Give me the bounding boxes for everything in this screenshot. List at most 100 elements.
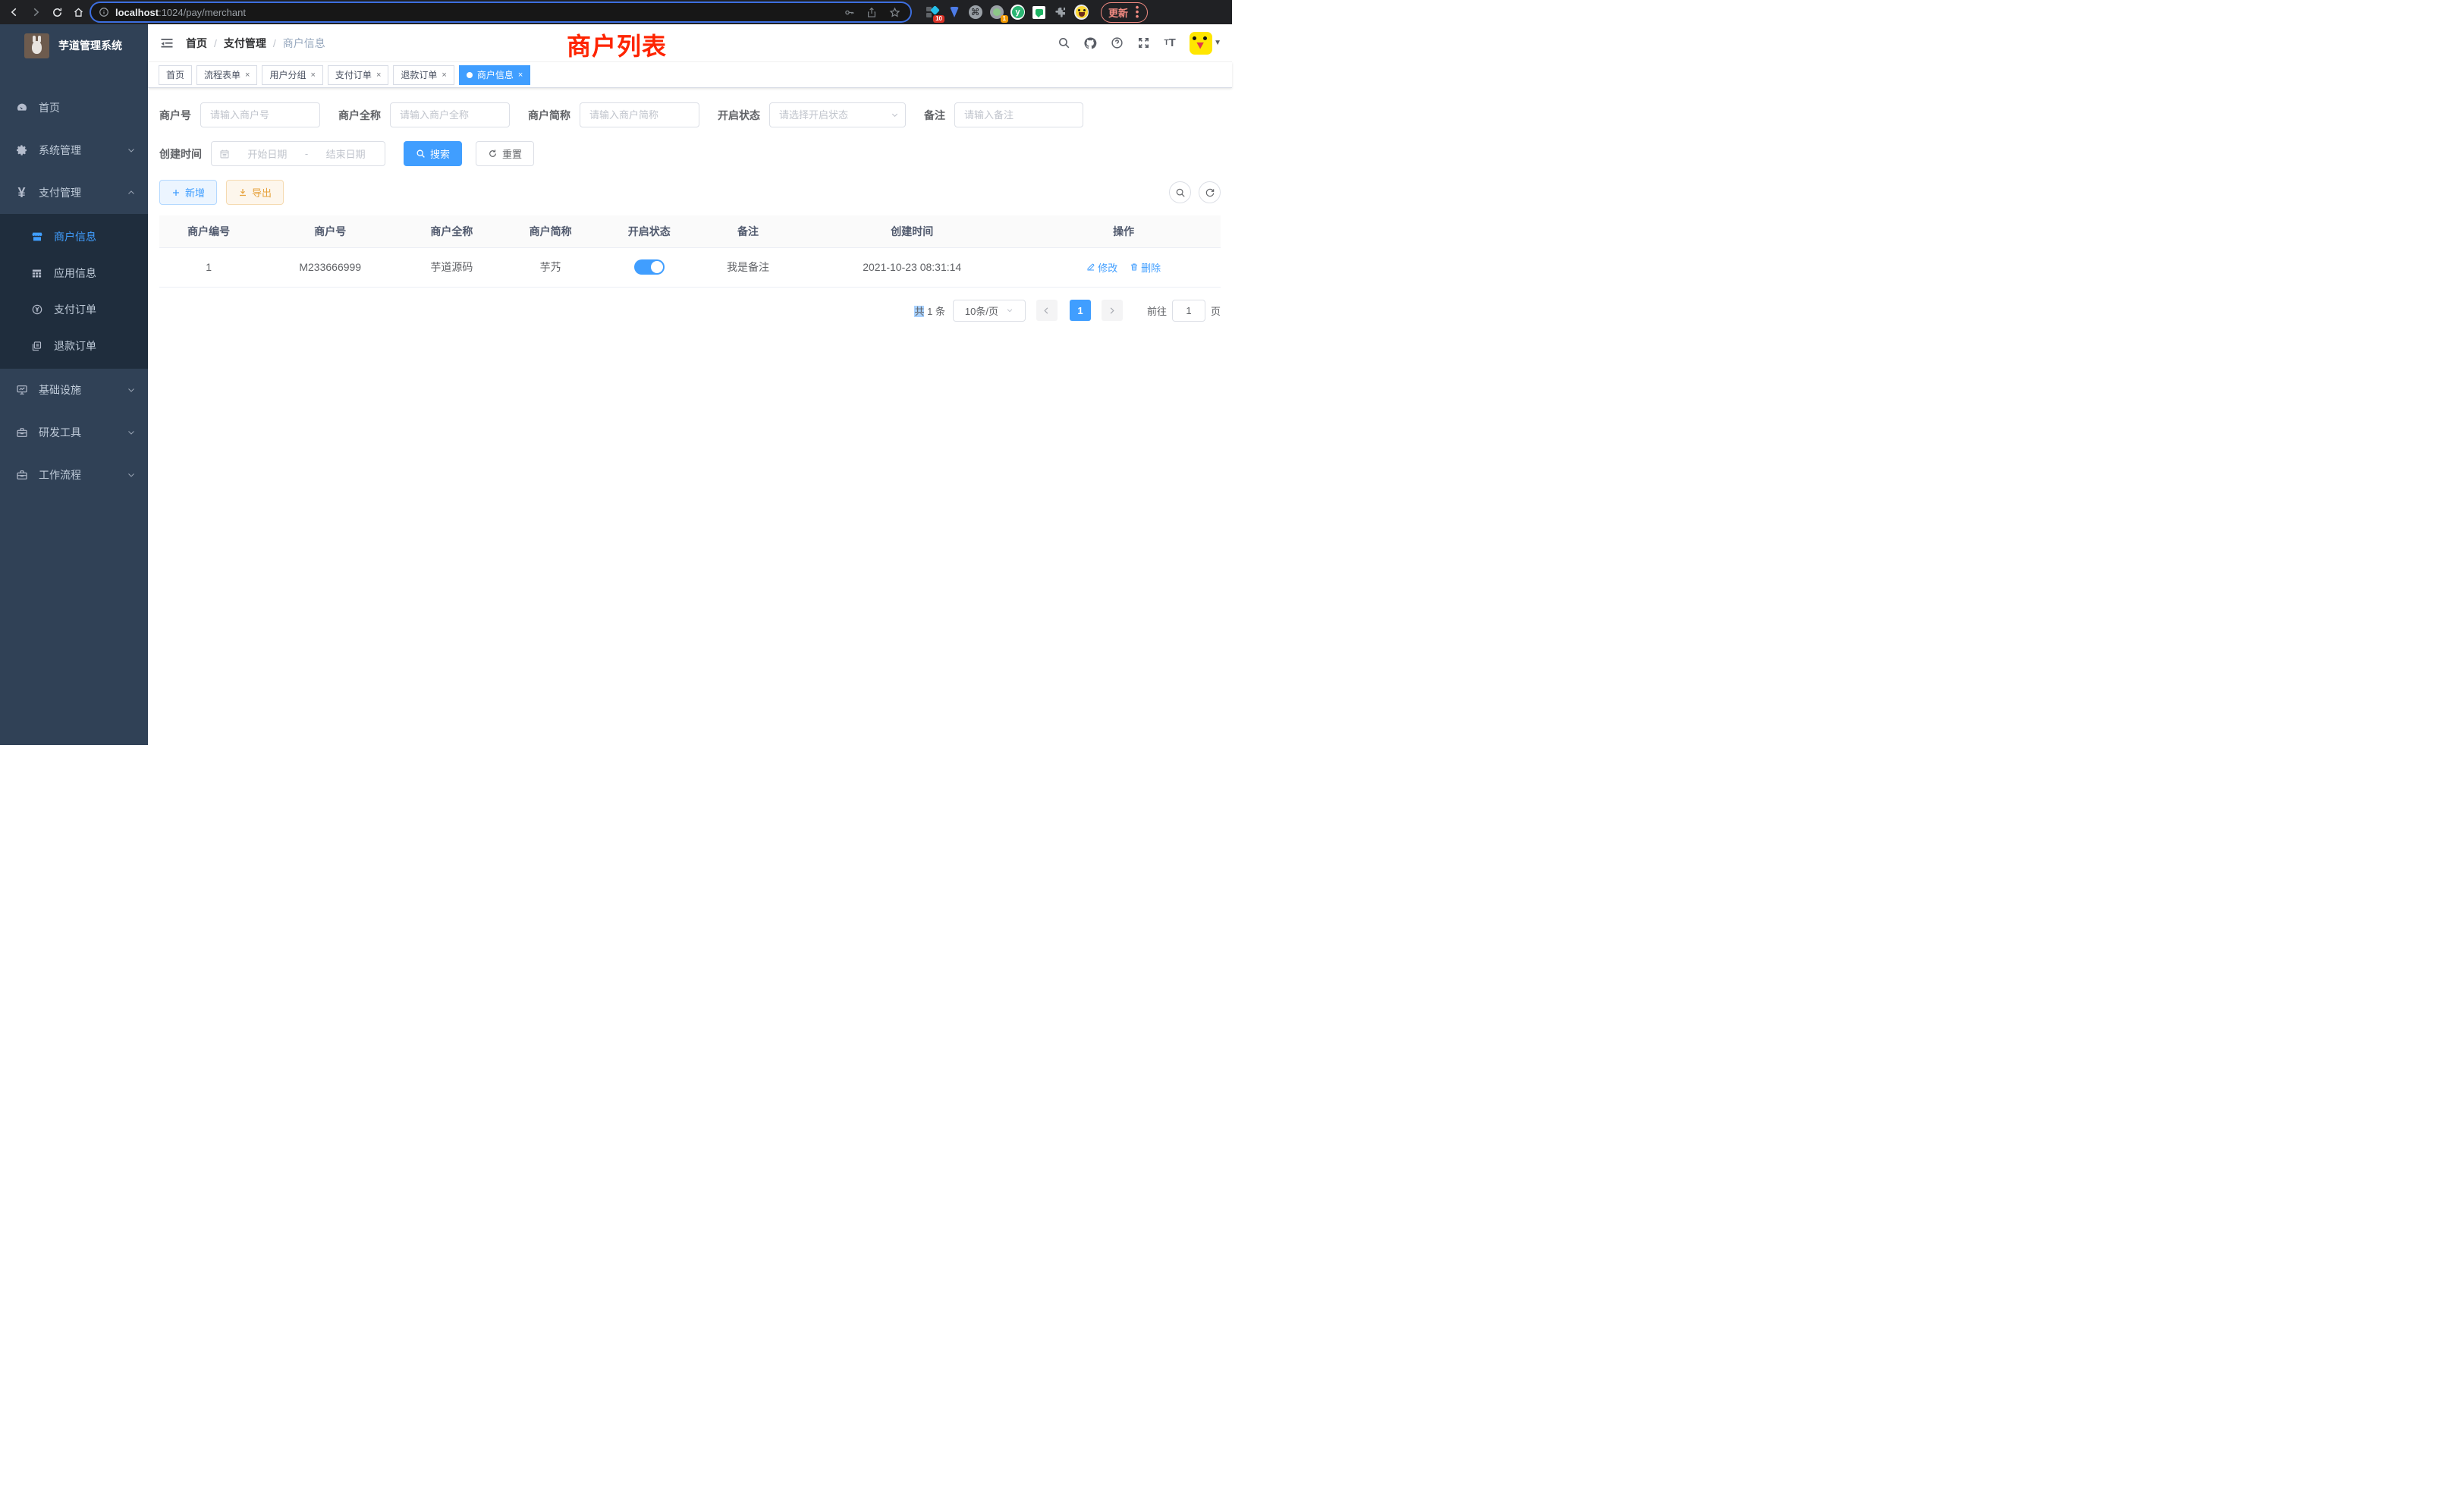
password-key-icon[interactable] — [841, 4, 857, 20]
tab-pay-order[interactable]: 支付订单 × — [328, 65, 388, 85]
cell-short-name: 芋艿 — [501, 247, 599, 287]
close-icon[interactable]: × — [376, 71, 381, 80]
bookmark-star-icon[interactable] — [886, 4, 903, 20]
field-label: 备注 — [924, 108, 945, 123]
browser-home-button[interactable] — [70, 4, 86, 20]
browser-toolbar: localhost:1024/pay/merchant 10 ⌘ 1 y — [0, 0, 1232, 24]
extension-tabs-icon[interactable]: 10 — [926, 5, 940, 20]
remark-input[interactable] — [954, 102, 1083, 127]
close-icon[interactable]: × — [442, 71, 446, 80]
sidebar-item-refund-order[interactable]: 退款订单 — [0, 328, 148, 364]
share-icon[interactable] — [863, 4, 880, 20]
edit-label: 修改 — [1098, 260, 1117, 275]
field-label: 商户号 — [159, 108, 191, 123]
chevron-down-icon — [127, 428, 136, 437]
y-letter: y — [1012, 6, 1024, 18]
close-icon[interactable]: × — [310, 71, 315, 80]
close-icon[interactable]: × — [245, 71, 250, 80]
close-icon[interactable]: × — [518, 71, 523, 80]
tab-home[interactable]: 首页 — [159, 65, 192, 85]
breadcrumb-separator: / — [214, 37, 217, 49]
page-number-button[interactable]: 1 — [1070, 300, 1091, 321]
merchant-no-input[interactable] — [200, 102, 320, 127]
full-name-input[interactable] — [390, 102, 510, 127]
short-name-input[interactable] — [580, 102, 699, 127]
toggle-search-icon[interactable] — [1169, 181, 1191, 203]
sidebar-item-label: 支付管理 — [39, 185, 116, 200]
browser-menu-icon[interactable]: ••• — [1134, 5, 1140, 19]
refresh-icon[interactable] — [1199, 181, 1221, 203]
total-count: 1 — [927, 306, 932, 317]
breadcrumb-separator: / — [273, 37, 276, 49]
extension-chat-icon[interactable] — [1032, 5, 1046, 20]
sidebar-item-merchant-info[interactable]: 商户信息 — [0, 218, 148, 255]
sidebar-item-infra[interactable]: 基础设施 — [0, 369, 148, 411]
github-icon[interactable] — [1083, 36, 1097, 50]
sidebar-item-home[interactable]: 首页 — [0, 86, 148, 129]
status-select[interactable] — [769, 102, 906, 127]
status-toggle[interactable] — [634, 259, 665, 275]
sidebar-item-label: 商户信息 — [54, 229, 96, 244]
sidebar-item-system[interactable]: 系统管理 — [0, 129, 148, 171]
total-suffix: 条 — [935, 306, 945, 317]
breadcrumb-section[interactable]: 支付管理 — [224, 36, 266, 51]
reset-button[interactable]: 重置 — [476, 141, 534, 166]
search-icon[interactable] — [1057, 36, 1070, 50]
address-bar[interactable]: localhost:1024/pay/merchant — [91, 3, 910, 21]
chevron-down-icon — [127, 146, 136, 155]
extension-kite-icon[interactable] — [947, 5, 961, 20]
delete-link[interactable]: 删除 — [1130, 260, 1161, 275]
breadcrumb-current: 商户信息 — [283, 36, 325, 51]
app-title: 芋道管理系统 — [58, 38, 122, 53]
sidebar-collapse-icon[interactable] — [159, 35, 175, 52]
gear-icon — [15, 144, 28, 156]
status-select-input[interactable] — [769, 102, 906, 127]
user-avatar[interactable] — [1190, 32, 1212, 55]
next-page-button[interactable] — [1102, 300, 1123, 321]
browser-update-button[interactable]: 更新 ••• — [1101, 2, 1148, 23]
table-toolbar: 新增 导出 — [159, 180, 1221, 205]
search-button[interactable]: 搜索 — [404, 141, 462, 166]
goto-page: 前往 页 — [1147, 300, 1221, 322]
active-tab-dot — [467, 72, 473, 78]
extensions-puzzle-icon[interactable] — [1053, 5, 1067, 20]
prev-page-button[interactable] — [1036, 300, 1058, 321]
update-label: 更新 — [1108, 5, 1128, 20]
user-menu[interactable]: ▼ — [1190, 32, 1221, 55]
browser-forward-button[interactable] — [27, 4, 44, 20]
sidebar-logo[interactable]: 芋道管理系统 — [0, 24, 148, 67]
extension-command-icon[interactable]: ⌘ — [968, 5, 982, 20]
extension-y-icon[interactable]: y — [1010, 5, 1025, 20]
help-icon[interactable] — [1110, 36, 1124, 50]
goto-page-input[interactable] — [1172, 300, 1205, 322]
sidebar-item-pay-order[interactable]: 支付订单 — [0, 291, 148, 328]
export-button[interactable]: 导出 — [226, 180, 284, 205]
site-info-icon[interactable] — [99, 7, 109, 17]
date-range-picker[interactable]: 开始日期 - 结束日期 — [211, 141, 385, 166]
edit-link[interactable]: 修改 — [1086, 260, 1117, 275]
font-size-icon[interactable]: TT — [1163, 36, 1177, 50]
tab-merchant-info[interactable]: 商户信息 × — [459, 65, 530, 85]
fullscreen-icon[interactable] — [1136, 36, 1150, 50]
col-remark: 备注 — [699, 215, 797, 247]
sidebar-item-app-info[interactable]: 应用信息 — [0, 255, 148, 291]
page-size-select[interactable]: 10条/页 — [953, 300, 1026, 322]
col-merchant-id: 商户编号 — [159, 215, 258, 247]
pagination: 共 1 条 10条/页 1 前往 页 — [159, 300, 1221, 322]
tab-process-form[interactable]: 流程表单 × — [196, 65, 257, 85]
caret-down-icon: ▼ — [1214, 39, 1221, 47]
yen-icon: ¥ — [15, 185, 28, 201]
tab-refund-order[interactable]: 退款订单 × — [393, 65, 454, 85]
sidebar-item-workflow[interactable]: 工作流程 — [0, 454, 148, 496]
tab-user-group[interactable]: 用户分组 × — [262, 65, 322, 85]
extensions-row: 10 ⌘ 1 y — [926, 5, 1089, 20]
browser-back-button[interactable] — [6, 4, 23, 20]
sidebar-item-pay[interactable]: ¥ 支付管理 — [0, 171, 148, 214]
add-button[interactable]: 新增 — [159, 180, 217, 205]
breadcrumb-home[interactable]: 首页 — [186, 36, 207, 51]
filter-row-2: 创建时间 开始日期 - 结束日期 搜索 重置 — [159, 141, 1221, 166]
profile-avatar-icon[interactable] — [1074, 5, 1089, 20]
sidebar-item-dev-tools[interactable]: 研发工具 — [0, 411, 148, 454]
browser-reload-button[interactable] — [49, 4, 65, 20]
extension-recorder-icon[interactable]: 1 — [989, 5, 1004, 20]
